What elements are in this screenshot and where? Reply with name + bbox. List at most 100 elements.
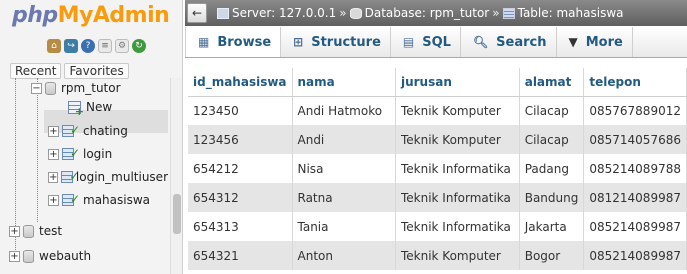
tree-node-table[interactable]: + ✓ chating xyxy=(48,121,128,141)
table-cell[interactable]: 085214089788 xyxy=(583,154,687,183)
column-header[interactable]: alamat xyxy=(519,68,585,97)
tree-table-label[interactable]: chating xyxy=(83,124,128,138)
table-cell[interactable]: 085214089987 xyxy=(583,212,687,241)
table-cell[interactable]: Jakarta xyxy=(519,212,585,241)
column-header[interactable]: id_mahasiswa xyxy=(188,68,293,97)
documentation-icon[interactable]: ≡ xyxy=(98,39,112,53)
tree-table-label[interactable]: login xyxy=(83,147,112,161)
table-cell[interactable]: 654313 xyxy=(188,212,293,241)
home-icon[interactable]: ⌂ xyxy=(47,39,61,53)
table-cell[interactable]: 085714057686 xyxy=(583,125,687,154)
tab-structure[interactable]: ⊞ Structure xyxy=(281,27,391,57)
table-icon: ✓ xyxy=(62,192,80,206)
tree-node-test[interactable]: + test xyxy=(9,221,62,241)
table-cell[interactable]: 085214089987 xyxy=(583,241,687,270)
table-cell[interactable]: 654321 xyxy=(188,241,293,270)
tree-db-label[interactable]: webauth xyxy=(39,249,91,263)
expand-icon[interactable]: + xyxy=(9,250,20,262)
scrollbar-thumb[interactable] xyxy=(173,194,181,234)
table-cell[interactable]: Padang xyxy=(519,154,585,183)
tab-more[interactable]: ▼ More xyxy=(557,27,633,57)
table-cell[interactable]: 123450 xyxy=(188,96,293,125)
tab-label: Structure xyxy=(311,34,381,50)
help-icon[interactable]: ? xyxy=(81,39,95,53)
breadcrumb-server[interactable]: Server: 127.0.0.1 xyxy=(232,6,336,20)
tree-node-rpm-tutor[interactable]: − rpm_tutor xyxy=(31,78,121,98)
logo-admin-text: Admin xyxy=(92,3,170,28)
database-icon xyxy=(23,224,34,238)
settings-icon[interactable]: ⚙ xyxy=(115,39,129,53)
tree-node-table-selected[interactable]: + ✓ mahasiswa xyxy=(48,190,150,210)
tab-sql[interactable]: ▤ SQL xyxy=(391,27,461,57)
table-cell[interactable]: 123456 xyxy=(188,125,293,154)
table-row[interactable]: 654312 Ratna Teknik Informatika Bandung … xyxy=(188,183,687,212)
table-cell[interactable]: 654312 xyxy=(188,183,293,212)
collapse-icon[interactable]: − xyxy=(31,82,42,94)
database-icon xyxy=(23,249,34,263)
expand-icon[interactable]: + xyxy=(48,148,59,160)
navigation-icon-bar: ⌂ ↪ ? ≡ ⚙ ↻ xyxy=(47,39,146,53)
column-header[interactable]: telepon xyxy=(583,68,687,97)
tree-node-table[interactable]: + ✓ login_multiuser xyxy=(48,167,168,187)
collapse-navigation-button[interactable]: ← xyxy=(187,3,207,23)
table-cell[interactable]: 085767889012 xyxy=(583,96,687,125)
table-cell[interactable]: Teknik Komputer xyxy=(395,241,520,270)
table-row[interactable]: 123456 Andi Teknik Komputer Cilacap 0857… xyxy=(188,125,687,154)
table-cell[interactable]: Nisa xyxy=(292,154,396,183)
tree-db-label[interactable]: test xyxy=(39,224,62,238)
top-menu-tabs: ▦ Browse ⊞ Structure ▤ SQL 🔍︎ Search ▼ M… xyxy=(185,27,687,58)
tab-label: Browse xyxy=(217,34,272,50)
tree-node-new[interactable]: New xyxy=(68,97,112,118)
table-cell[interactable]: Teknik Komputer xyxy=(395,96,520,125)
main-content: ← Server: 127.0.0.1 » Database: rpm_tuto… xyxy=(185,0,687,274)
table-cell[interactable]: 654212 xyxy=(188,154,293,183)
table-row[interactable]: 654212 Nisa Teknik Informatika Padang 08… xyxy=(188,154,687,183)
breadcrumb-table[interactable]: Table: mahasiswa xyxy=(518,6,624,20)
column-header[interactable]: jurusan xyxy=(395,68,520,97)
database-icon xyxy=(349,7,362,19)
tab-browse[interactable]: ▦ Browse xyxy=(185,27,282,57)
table-cell[interactable]: Bogor xyxy=(519,241,585,270)
expand-icon[interactable]: + xyxy=(9,225,20,237)
table-row[interactable]: 654321 Anton Teknik Komputer Bogor 08521… xyxy=(188,241,687,270)
table-icon: ✓ xyxy=(62,123,80,137)
reload-icon[interactable]: ↻ xyxy=(132,39,146,53)
navigation-scrollbar[interactable] xyxy=(170,78,182,274)
expand-icon[interactable]: + xyxy=(48,125,59,137)
tree-table-label[interactable]: login_multiuser xyxy=(76,170,168,184)
table-cell[interactable]: Andi xyxy=(292,125,396,154)
table-cell[interactable]: Teknik Komputer xyxy=(395,125,520,154)
tree-new-label[interactable]: New xyxy=(86,100,112,114)
column-header[interactable]: nama xyxy=(292,68,396,97)
tab-search[interactable]: 🔍︎ Search xyxy=(461,27,557,57)
table-cell[interactable]: Tania xyxy=(292,212,396,241)
table-cell[interactable]: 081214089987 xyxy=(583,183,687,212)
expand-icon[interactable]: + xyxy=(48,171,59,183)
tree-node-table[interactable]: + ✓ login xyxy=(48,144,112,164)
table-cell[interactable]: Cilacap xyxy=(519,125,585,154)
table-icon: ✓ xyxy=(61,169,79,183)
table-cell[interactable]: Ratna xyxy=(292,183,396,212)
table-cell[interactable]: Cilacap xyxy=(519,96,585,125)
tree-connector xyxy=(37,78,38,222)
tree-node-webauth[interactable]: + webauth xyxy=(9,246,91,266)
table-cell[interactable]: Anton xyxy=(292,241,396,270)
table-cell[interactable]: Teknik Informatika xyxy=(395,212,520,241)
table-cell[interactable]: Andi Hatmoko xyxy=(292,96,396,125)
phpmyadmin-logo[interactable]: phpMyAdmin xyxy=(12,3,170,28)
tree-table-label[interactable]: mahasiswa xyxy=(83,193,150,207)
expand-icon[interactable]: + xyxy=(48,194,59,206)
table-cell[interactable]: Bandung xyxy=(519,183,585,212)
server-icon xyxy=(217,7,229,19)
recent-favorites-tabs: Recent Favorites xyxy=(10,63,129,79)
recent-tab[interactable]: Recent xyxy=(10,63,62,79)
table-cell[interactable]: Teknik Informatika xyxy=(395,183,520,212)
tree-db-label[interactable]: rpm_tutor xyxy=(61,81,121,95)
table-icon: ✓ xyxy=(62,146,80,160)
exit-icon[interactable]: ↪ xyxy=(64,39,78,53)
table-row[interactable]: 123450 Andi Hatmoko Teknik Komputer Cila… xyxy=(188,96,687,125)
table-cell[interactable]: Teknik Informatika xyxy=(395,154,520,183)
table-row[interactable]: 654313 Tania Teknik Informatika Jakarta … xyxy=(188,212,687,241)
breadcrumb-database[interactable]: Database: rpm_tutor xyxy=(365,6,490,20)
favorites-tab[interactable]: Favorites xyxy=(64,63,129,79)
